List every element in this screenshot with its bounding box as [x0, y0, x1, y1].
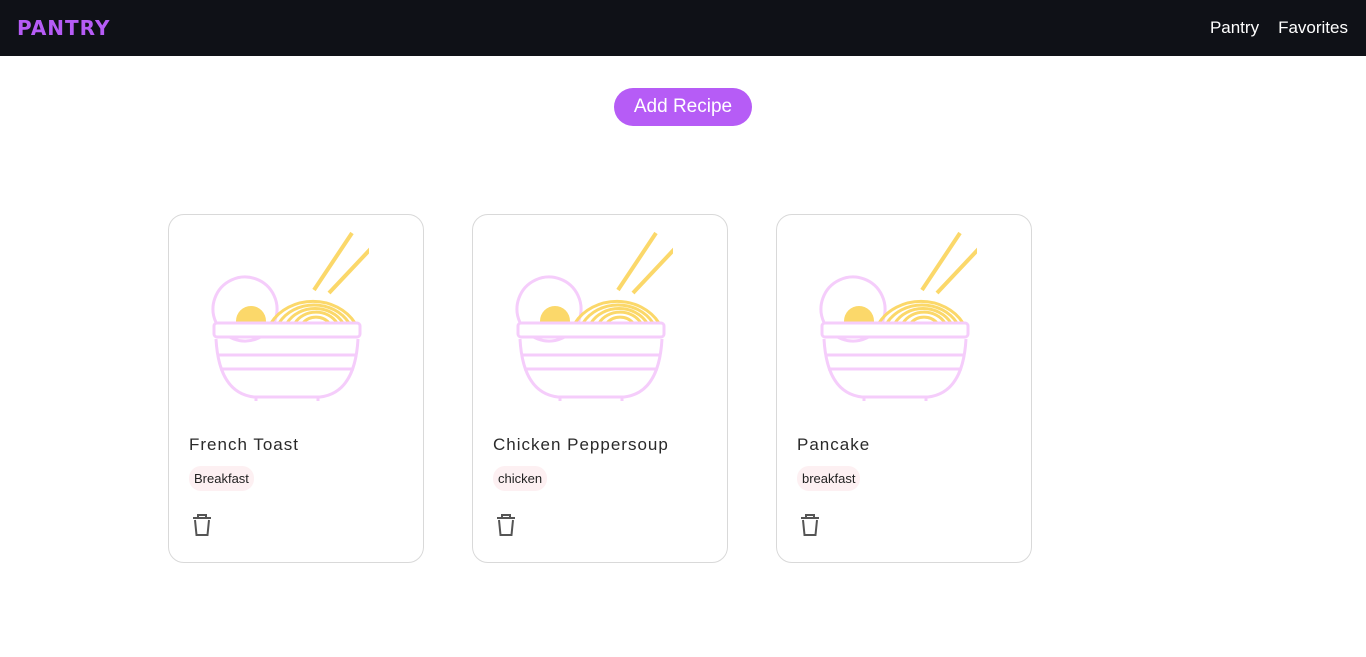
nav-link-favorites[interactable]: Favorites — [1278, 18, 1348, 38]
nav-link-pantry[interactable]: Pantry — [1210, 18, 1259, 38]
recipe-title: Pancake — [797, 435, 871, 454]
trash-icon[interactable] — [495, 513, 517, 537]
recipe-title: French Toast — [189, 435, 299, 454]
recipe-card[interactable]: French Toast Breakfast — [168, 214, 424, 563]
trash-icon[interactable] — [799, 513, 821, 537]
logo[interactable]: PANTRY — [17, 16, 110, 40]
recipe-card[interactable]: Pancake breakfast — [776, 214, 1032, 563]
ramen-bowl-icon — [819, 231, 977, 401]
recipe-tag: chicken — [493, 466, 548, 491]
recipe-list: French Toast Breakfast Chicken Peppersou… — [168, 214, 1032, 563]
recipe-title: Chicken Peppersoup — [493, 435, 669, 454]
ramen-bowl-icon — [515, 231, 673, 401]
add-recipe-button[interactable]: Add Recipe — [613, 88, 753, 126]
add-recipe-wrapper: Add Recipe — [0, 88, 1366, 126]
nav-links: Pantry Favorites — [1210, 18, 1348, 38]
recipe-tag: breakfast — [797, 466, 861, 491]
recipe-tag: Breakfast — [189, 466, 254, 491]
trash-icon[interactable] — [191, 513, 213, 537]
recipe-card[interactable]: Chicken Peppersoup chicken — [472, 214, 728, 563]
navbar: PANTRY Pantry Favorites — [0, 0, 1366, 56]
ramen-bowl-icon — [211, 231, 369, 401]
